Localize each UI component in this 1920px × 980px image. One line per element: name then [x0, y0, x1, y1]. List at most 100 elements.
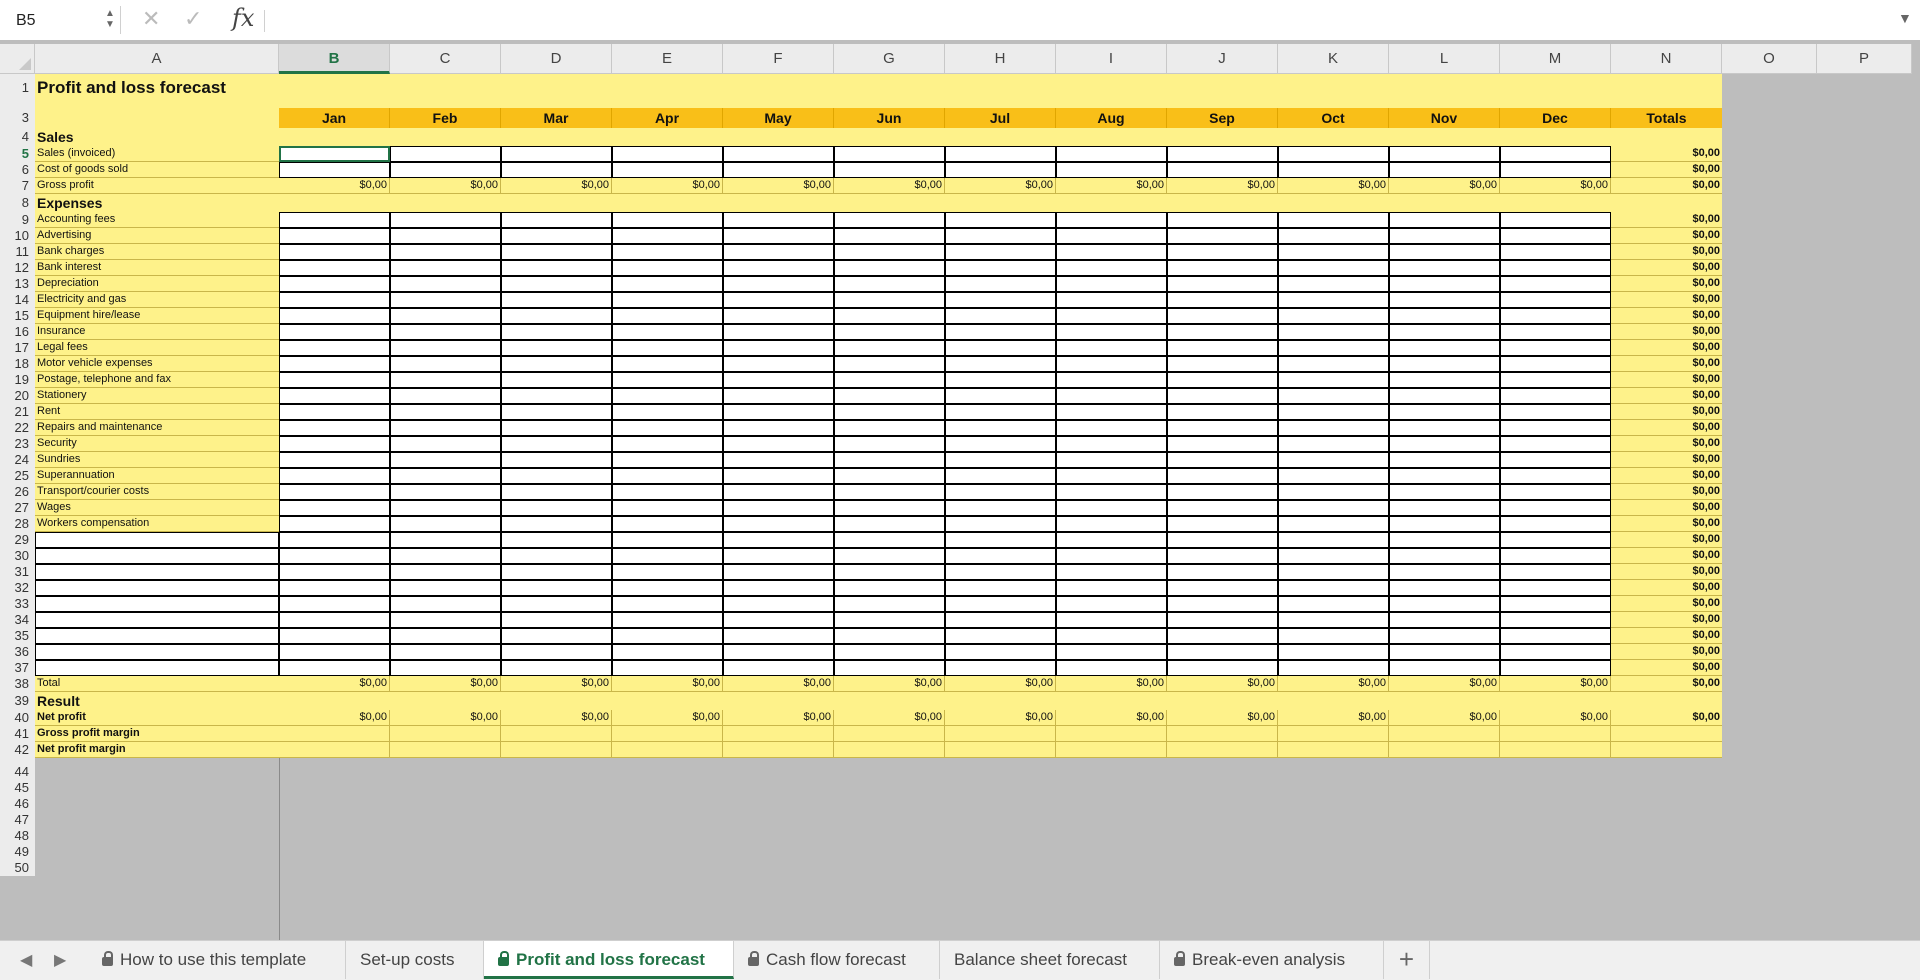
- month-cell-r14-dec[interactable]: [1500, 292, 1611, 308]
- month-cell-r26-dec[interactable]: [1500, 484, 1611, 500]
- month-cell-r17-jul[interactable]: [945, 340, 1056, 356]
- month-cell-r24-jun[interactable]: [834, 452, 945, 468]
- month-cell-r29-apr[interactable]: [612, 532, 723, 548]
- month-cell-r15-apr[interactable]: [612, 308, 723, 324]
- total-cell-r26[interactable]: $0,00: [1611, 484, 1722, 500]
- month-cell-r6-aug[interactable]: [1056, 162, 1167, 178]
- month-cell-r32-jan[interactable]: [279, 580, 390, 596]
- formula-input[interactable]: [274, 8, 1878, 34]
- month-cell-r24-mar[interactable]: [501, 452, 612, 468]
- month-cell-r14-sep[interactable]: [1167, 292, 1278, 308]
- month-cell-r36-jun[interactable]: [834, 644, 945, 660]
- month-cell-r24-apr[interactable]: [612, 452, 723, 468]
- month-cell-r25-jul[interactable]: [945, 468, 1056, 484]
- month-cell-r11-may[interactable]: [723, 244, 834, 260]
- month-cell-r35-may[interactable]: [723, 628, 834, 644]
- row-label-14[interactable]: Electricity and gas: [35, 292, 279, 308]
- row-label-6[interactable]: Cost of goods sold: [35, 162, 279, 178]
- month-cell-r37-may[interactable]: [723, 660, 834, 676]
- month-cell-r40-jul[interactable]: $0,00: [945, 710, 1056, 726]
- month-cell-r38-jun[interactable]: $0,00: [834, 676, 945, 692]
- month-cell-r27-mar[interactable]: [501, 500, 612, 516]
- total-cell-r25[interactable]: $0,00: [1611, 468, 1722, 484]
- month-cell-r14-feb[interactable]: [390, 292, 501, 308]
- month-cell-r29-sep[interactable]: [1167, 532, 1278, 548]
- month-cell-r22-aug[interactable]: [1056, 420, 1167, 436]
- month-cell-r34-sep[interactable]: [1167, 612, 1278, 628]
- total-cell-r34[interactable]: $0,00: [1611, 612, 1722, 628]
- month-cell-r40-sep[interactable]: $0,00: [1167, 710, 1278, 726]
- month-cell-r35-oct[interactable]: [1278, 628, 1389, 644]
- month-cell-r41-may[interactable]: [723, 726, 834, 742]
- column-header-o[interactable]: O: [1722, 44, 1817, 74]
- month-cell-r32-jun[interactable]: [834, 580, 945, 596]
- month-cell-r42-jan[interactable]: [279, 742, 390, 758]
- month-cell-r33-apr[interactable]: [612, 596, 723, 612]
- month-cell-r12-oct[interactable]: [1278, 260, 1389, 276]
- select-all-corner[interactable]: [0, 44, 35, 74]
- month-cell-r16-mar[interactable]: [501, 324, 612, 340]
- row-header-42[interactable]: 42: [0, 742, 35, 758]
- month-cell-r38-may[interactable]: $0,00: [723, 676, 834, 692]
- column-header-h[interactable]: H: [945, 44, 1056, 74]
- month-cell-r23-oct[interactable]: [1278, 436, 1389, 452]
- row-header-10[interactable]: 10: [0, 228, 35, 244]
- month-cell-r23-jan[interactable]: [279, 436, 390, 452]
- month-cell-r37-mar[interactable]: [501, 660, 612, 676]
- month-cell-r21-oct[interactable]: [1278, 404, 1389, 420]
- month-cell-r23-feb[interactable]: [390, 436, 501, 452]
- month-cell-r21-feb[interactable]: [390, 404, 501, 420]
- month-cell-r6-nov[interactable]: [1389, 162, 1500, 178]
- month-cell-r26-sep[interactable]: [1167, 484, 1278, 500]
- month-cell-r41-nov[interactable]: [1389, 726, 1500, 742]
- month-cell-r28-jul[interactable]: [945, 516, 1056, 532]
- month-cell-r13-dec[interactable]: [1500, 276, 1611, 292]
- month-cell-r18-nov[interactable]: [1389, 356, 1500, 372]
- month-cell-r41-jul[interactable]: [945, 726, 1056, 742]
- month-cell-r16-sep[interactable]: [1167, 324, 1278, 340]
- month-cell-r36-apr[interactable]: [612, 644, 723, 660]
- month-cell-r41-sep[interactable]: [1167, 726, 1278, 742]
- month-cell-r11-apr[interactable]: [612, 244, 723, 260]
- month-cell-r18-jan[interactable]: [279, 356, 390, 372]
- month-cell-r37-jul[interactable]: [945, 660, 1056, 676]
- month-cell-r27-jun[interactable]: [834, 500, 945, 516]
- month-cell-r23-jul[interactable]: [945, 436, 1056, 452]
- month-cell-r15-oct[interactable]: [1278, 308, 1389, 324]
- total-cell-r10[interactable]: $0,00: [1611, 228, 1722, 244]
- month-cell-r24-sep[interactable]: [1167, 452, 1278, 468]
- month-cell-r35-feb[interactable]: [390, 628, 501, 644]
- month-cell-r41-feb[interactable]: [390, 726, 501, 742]
- month-cell-r28-jan[interactable]: [279, 516, 390, 532]
- month-cell-r20-jun[interactable]: [834, 388, 945, 404]
- sheet-tab-how-to-use-this-template[interactable]: How to use this template: [88, 941, 346, 979]
- month-cell-r30-nov[interactable]: [1389, 548, 1500, 564]
- total-cell-r27[interactable]: $0,00: [1611, 500, 1722, 516]
- month-cell-r31-feb[interactable]: [390, 564, 501, 580]
- month-cell-r12-dec[interactable]: [1500, 260, 1611, 276]
- month-cell-r15-nov[interactable]: [1389, 308, 1500, 324]
- month-cell-r17-jun[interactable]: [834, 340, 945, 356]
- row-header-39[interactable]: 39: [0, 692, 35, 710]
- row-header-34[interactable]: 34: [0, 612, 35, 628]
- month-cell-r19-jan[interactable]: [279, 372, 390, 388]
- row-header-49[interactable]: 49: [0, 844, 35, 860]
- month-cell-r29-mar[interactable]: [501, 532, 612, 548]
- month-cell-r13-oct[interactable]: [1278, 276, 1389, 292]
- total-cell-r24[interactable]: $0,00: [1611, 452, 1722, 468]
- month-cell-r26-aug[interactable]: [1056, 484, 1167, 500]
- month-cell-r23-dec[interactable]: [1500, 436, 1611, 452]
- month-cell-r40-may[interactable]: $0,00: [723, 710, 834, 726]
- row-header-31[interactable]: 31: [0, 564, 35, 580]
- row-header-21[interactable]: 21: [0, 404, 35, 420]
- month-cell-r10-oct[interactable]: [1278, 228, 1389, 244]
- month-cell-r35-jul[interactable]: [945, 628, 1056, 644]
- total-cell-r17[interactable]: $0,00: [1611, 340, 1722, 356]
- month-cell-r34-dec[interactable]: [1500, 612, 1611, 628]
- month-cell-r36-dec[interactable]: [1500, 644, 1611, 660]
- month-cell-r27-feb[interactable]: [390, 500, 501, 516]
- month-cell-r5-nov[interactable]: [1389, 146, 1500, 162]
- month-cell-r31-sep[interactable]: [1167, 564, 1278, 580]
- month-cell-r10-jun[interactable]: [834, 228, 945, 244]
- row-header-23[interactable]: 23: [0, 436, 35, 452]
